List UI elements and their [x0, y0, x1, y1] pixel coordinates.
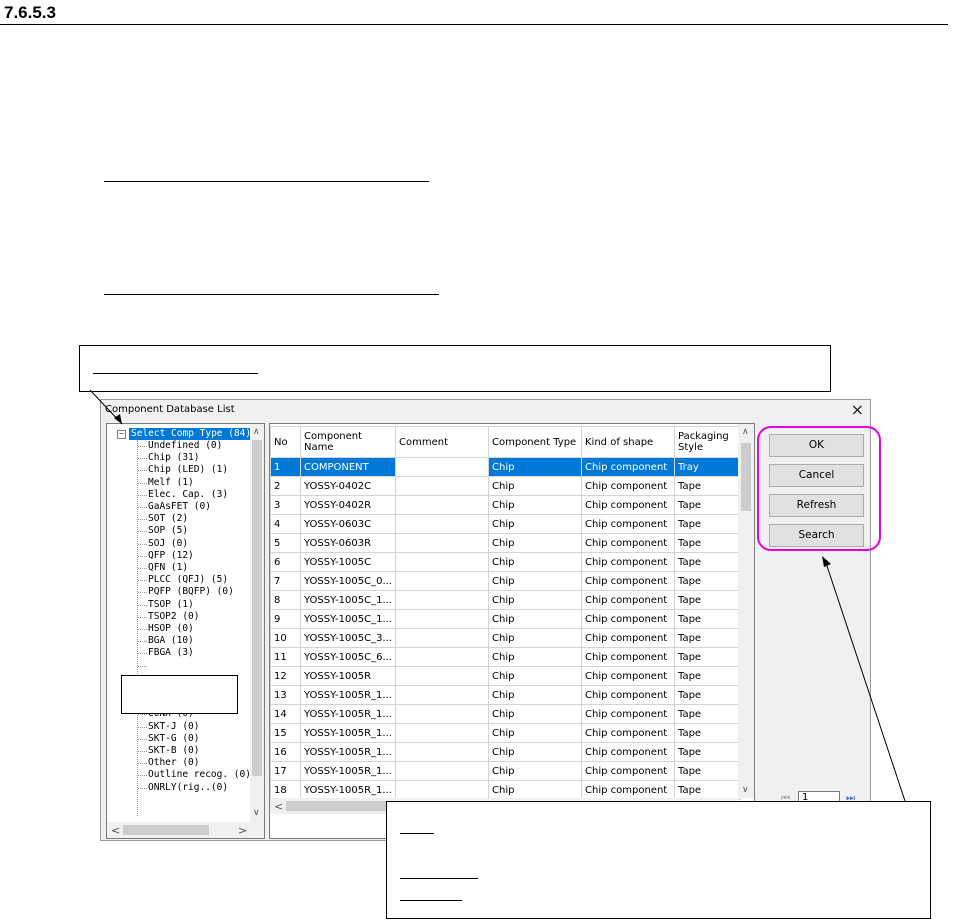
- callout-lines: [89, 389, 906, 802]
- callout-arrowhead-buttons: [822, 556, 831, 567]
- callout-line-buttons: [825, 562, 906, 802]
- callout-arrowhead-tree: [114, 414, 122, 424]
